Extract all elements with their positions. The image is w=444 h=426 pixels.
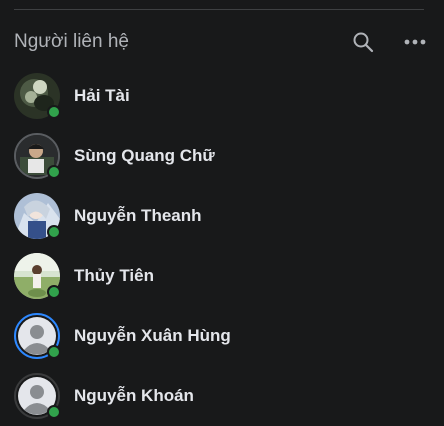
contact-item[interactable]: Nguyễn Khoán — [0, 366, 444, 426]
avatar — [14, 373, 61, 419]
avatar — [14, 133, 61, 179]
contact-item[interactable]: Nguyễn Theanh — [0, 186, 444, 246]
top-divider — [14, 9, 424, 10]
avatar — [14, 253, 61, 299]
more-horizontal-icon — [404, 39, 426, 45]
search-icon — [353, 32, 374, 53]
contact-name: Hải Tài — [74, 86, 130, 105]
online-status-dot — [47, 345, 61, 359]
contact-item[interactable]: Nguyễn Xuân Hùng — [0, 306, 444, 366]
more-options-button[interactable] — [402, 29, 428, 55]
contact-name: Nguyễn Khoán — [74, 386, 194, 405]
contact-item[interactable]: Hải Tài — [0, 66, 444, 126]
online-status-dot — [47, 405, 61, 419]
contacts-title: Người liên hệ — [14, 31, 129, 52]
contact-name: Thủy Tiên — [74, 266, 154, 285]
online-status-dot — [47, 285, 61, 299]
contact-list: Hải Tài Sùng Quang Chữ Nguyễn Theanh Thủ… — [0, 66, 444, 426]
header-actions — [350, 29, 428, 55]
online-status-dot — [47, 225, 61, 239]
online-status-dot — [47, 165, 61, 179]
contacts-header: Người liên hệ — [14, 28, 428, 56]
avatar — [14, 193, 61, 239]
contact-item[interactable]: Sùng Quang Chữ — [0, 126, 444, 186]
contact-item[interactable]: Thủy Tiên — [0, 246, 444, 306]
avatar — [14, 313, 61, 359]
avatar — [14, 73, 61, 119]
contact-name: Nguyễn Xuân Hùng — [74, 326, 231, 345]
contact-name: Sùng Quang Chữ — [74, 146, 215, 165]
contact-name: Nguyễn Theanh — [74, 206, 202, 225]
search-button[interactable] — [350, 29, 376, 55]
online-status-dot — [47, 105, 61, 119]
